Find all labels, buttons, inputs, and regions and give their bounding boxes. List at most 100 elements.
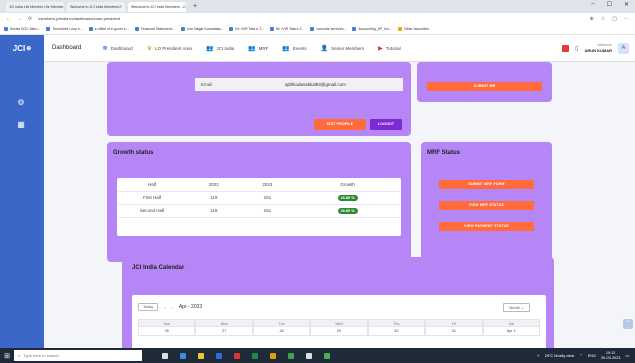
taskbar-search[interactable]: ⌕ Type here to search [14,350,142,361]
nav-item-mrf[interactable]: 👥 MRF [241,45,275,52]
scroll-to-top-button[interactable]: ⌃ [623,319,633,329]
nav-label: LO President Area [155,45,192,51]
excel-icon[interactable] [252,352,258,359]
view-mrf-status-button[interactable]: VIEW MRF STATUS [439,201,534,210]
weather-text[interactable]: 29°C Mostly clear [545,354,575,358]
close-window-button[interactable]: ✕ [624,1,629,8]
bookmark-label: e-office of e-gover e... [94,27,129,31]
maximize-button[interactable]: ☐ [607,1,612,8]
browser-tab[interactable]: Welcome to JCI India Members ✕ [67,1,125,12]
calendar-day[interactable]: 31 [425,327,483,336]
system-tray: ☀ 29°C Mostly clear ⌃ ENG 19:12 30-03-20… [536,351,635,361]
value-2023-cell: 151 [240,204,295,218]
nav-item-lo-president-area[interactable]: ♛ LO President Area [140,45,199,52]
forward-arrow-icon[interactable]: → [17,16,22,22]
email-label: Email [201,82,213,87]
new-tab-button[interactable]: + [189,3,201,10]
edit-profile-button[interactable]: EDIT PROFILE [314,119,366,130]
calendar-title: JCI India Calendar [132,265,185,271]
calendar-day[interactable]: 30 [367,327,426,336]
menu-dots-icon[interactable]: ⋯ [624,16,629,22]
notification-icon[interactable] [562,44,570,52]
bookmark-icon [88,27,93,31]
calendar-day[interactable]: 28 [252,327,311,336]
nav-item-senior-members[interactable]: 👤 Senior Members [314,45,372,52]
mrf-status-card: MRF Status SUBMIT MRF FORM VIEW MRF STAT… [421,142,552,262]
weekday-header: Fri [425,319,483,327]
nav-item-tutorial[interactable]: ▶ Tutorial [371,45,407,52]
windows-start-icon[interactable]: ⊞ [0,348,14,363]
calendar-box: Today ‹ › Apr - 2023 Month ⌄ Sun Mon Tue… [132,295,546,348]
value-2023-cell: 151 [240,191,295,205]
logout-button[interactable]: LOGOUT [370,119,402,130]
back-arrow-icon[interactable]: ← [6,16,11,22]
growth-cell: 26.89 % [294,204,401,218]
word-icon[interactable] [216,352,222,359]
bookmark-item[interactable]: IN: IVIR Tata e-T... [229,27,264,31]
bookmark-item[interactable]: e-office of e-gover e... [88,27,129,31]
bookmark-item[interactable]: Kerala SGC Mem... [4,27,40,31]
submit-mr-button[interactable]: SUBMIT MR [427,82,542,91]
taskbar-clock[interactable]: 19:12 30-03-2023 [601,351,620,361]
value-2022-cell: 119 [187,191,241,205]
app-icon[interactable] [324,352,330,359]
notifications-icon[interactable]: ▭ [625,353,629,358]
close-tab-icon[interactable]: ✕ [119,2,122,12]
jci-logo[interactable]: JCI ⊕ [0,34,44,62]
submit-mrf-form-button[interactable]: SUBMIT MRF FORM [439,180,534,189]
clock-date: 30-03-2023 [600,355,621,360]
calendar-day[interactable]: Apr 1 [482,327,540,336]
nav-item-events[interactable]: 👥 Events [275,45,313,52]
settings-icon[interactable]: ⚙ [16,98,26,108]
bookmark-item[interactable]: Live Nagar Karnataka... [180,27,223,31]
prev-month-icon[interactable]: ‹ [164,305,165,310]
avatar[interactable]: A [618,42,629,54]
edge-icon[interactable] [180,352,186,359]
growth-badge: 26.89 % [337,207,358,214]
nav-item-jci-india[interactable]: 👥 JCI India [199,45,241,52]
tray-arrow-icon[interactable]: ⌃ [580,353,583,358]
app-icon[interactable] [270,352,276,359]
user-info: Welcome ARUN KUMAR [584,42,612,54]
browser-tab-active[interactable]: Welcome to JCI India Members - ZJ✕ [128,1,186,12]
calendar-day[interactable]: 27 [195,327,253,336]
submit-card: SUBMIT MR [417,62,552,102]
bookmark-item[interactable]: Accounting_SP_Ins... [352,27,392,31]
bookmark-item[interactable]: Financial Statement... [134,27,175,31]
calendar-view-select[interactable]: Month ⌄ [503,302,530,312]
url-field[interactable]: members.jciindia.in/dashboard/zone-presi… [38,16,198,21]
calendar-day[interactable]: 26 [138,327,196,336]
bookmark-label: Financial Statement... [140,27,175,31]
next-month-icon[interactable]: › [171,305,172,310]
grid-icon[interactable]: ▦ [16,120,26,130]
trophy-icon: ♛ [146,45,153,52]
profile-card: Email ajithkodavakkal93@gmail.com EDIT P… [107,62,411,136]
bookmarks-bar: Kerala SGC Mem... Tirunelveli Loop e... … [0,24,635,35]
lang-indicator[interactable]: ENG [588,354,596,358]
bookmark-folder[interactable]: Other favourites [397,27,429,31]
growth-cell: 26.89 % [294,191,401,205]
bookmark-icon [180,27,185,31]
reload-icon[interactable]: ⟳ [28,16,32,22]
bookmark-outline-icon[interactable]: ▯ [575,45,578,52]
today-button[interactable]: Today [138,303,159,311]
chrome-icon[interactable] [234,352,240,359]
zoom-icon[interactable]: ⊕ [590,16,594,22]
email-value: ajithkodavakkal93@gmail.com [285,82,346,87]
column-header: Growth [294,178,401,192]
bookmark-item[interactable]: consular services... [310,27,346,31]
nav-item-dashboard[interactable]: ☸ Dashboard [95,45,139,52]
collections-icon[interactable]: ▢ [612,16,617,22]
minimize-button[interactable]: – [591,1,594,8]
weather-icon[interactable]: ☀ [536,353,539,358]
bookmark-item[interactable]: Tirunelveli Loop e... [46,27,83,31]
task-view-icon[interactable] [162,352,168,359]
bookmark-item[interactable]: IN: IVIR Tata e-T... [269,27,304,31]
calendar-day[interactable]: 29 [310,327,368,336]
browser-tab[interactable]: JCI India Life Member Life Member✕ [6,1,64,12]
favorite-star-icon[interactable]: ☆ [601,16,605,22]
file-explorer-icon[interactable] [198,352,204,359]
app-icon[interactable] [288,352,294,359]
app-icon[interactable] [306,352,312,359]
view-payment-status-button[interactable]: VIEW PAYMENT STATUS [439,222,534,231]
